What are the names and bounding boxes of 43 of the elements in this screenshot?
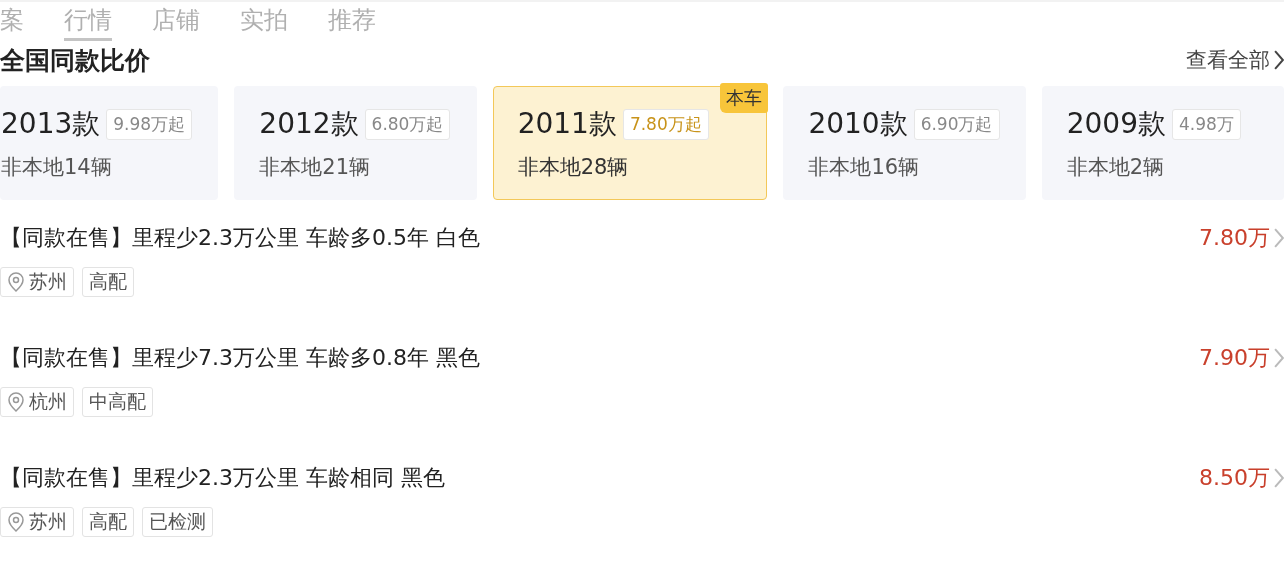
starting-price: 6.90万起 — [913, 108, 1000, 140]
location-tag: 杭州 — [0, 387, 74, 417]
listing-title[interactable]: 【同款在售】里程少2.3万公里 车龄相同 黑色 — [0, 463, 445, 493]
year-card[interactable]: 2010款 6.90万起 非本地16辆 — [783, 86, 1026, 200]
model-year: 2012款 — [259, 106, 359, 142]
year-card[interactable]: 2013款 9.98万起 非本地14辆 — [0, 86, 219, 200]
chevron-right-icon — [1274, 228, 1284, 248]
location-pin-icon — [7, 272, 25, 292]
chevron-right-icon — [1274, 348, 1284, 368]
model-year: 2010款 — [808, 106, 908, 142]
location-tag: 苏州 — [0, 267, 74, 297]
chevron-right-icon — [1274, 50, 1284, 70]
listing-tag: 高配 — [82, 267, 134, 297]
listing-price: 7.90万 — [1199, 343, 1284, 373]
year-card[interactable]: 2012款 6.80万起 非本地21辆 — [234, 86, 477, 200]
listing-tag: 中高配 — [82, 387, 153, 417]
listing-count: 非本地14辆 — [1, 154, 113, 181]
listing-tag: 高配 — [82, 507, 134, 537]
listing-title[interactable]: 【同款在售】里程少2.3万公里 车龄多0.5年 白色 — [0, 223, 480, 253]
listing-price: 8.50万 — [1199, 463, 1284, 493]
listing-count: 非本地16辆 — [808, 154, 921, 181]
chevron-right-icon — [1274, 468, 1284, 488]
starting-price: 4.98万 — [1171, 108, 1241, 140]
listing-title[interactable]: 【同款在售】里程少7.3万公里 车龄多0.8年 黑色 — [0, 343, 480, 373]
location-pin-icon — [7, 512, 25, 532]
location-pin-icon — [7, 392, 25, 412]
model-year: 2013款 — [1, 106, 101, 142]
listing-count: 非本地2辆 — [1066, 154, 1166, 181]
model-year: 2011款 — [517, 106, 617, 142]
listing-tag: 已检测 — [142, 507, 213, 537]
model-year: 2009款 — [1066, 106, 1166, 142]
listing-price: 7.80万 — [1199, 223, 1284, 253]
view-all-link[interactable]: 查看全部 — [1186, 46, 1284, 74]
starting-price: 6.80万起 — [364, 108, 451, 140]
starting-price: 7.80万起 — [622, 108, 709, 140]
section-title: 全国同款比价 — [0, 44, 150, 77]
starting-price: 9.98万起 — [106, 108, 193, 140]
year-card[interactable]: 2009款 4.98万 非本地2辆 — [1041, 86, 1284, 200]
year-card[interactable]: 2011款 7.80万起 非本地28辆 本车 — [492, 86, 768, 200]
current-car-badge: 本车 — [720, 83, 769, 113]
location-tag: 苏州 — [0, 507, 74, 537]
listing-count: 非本地21辆 — [259, 154, 372, 181]
listing-count: 非本地28辆 — [517, 154, 630, 181]
